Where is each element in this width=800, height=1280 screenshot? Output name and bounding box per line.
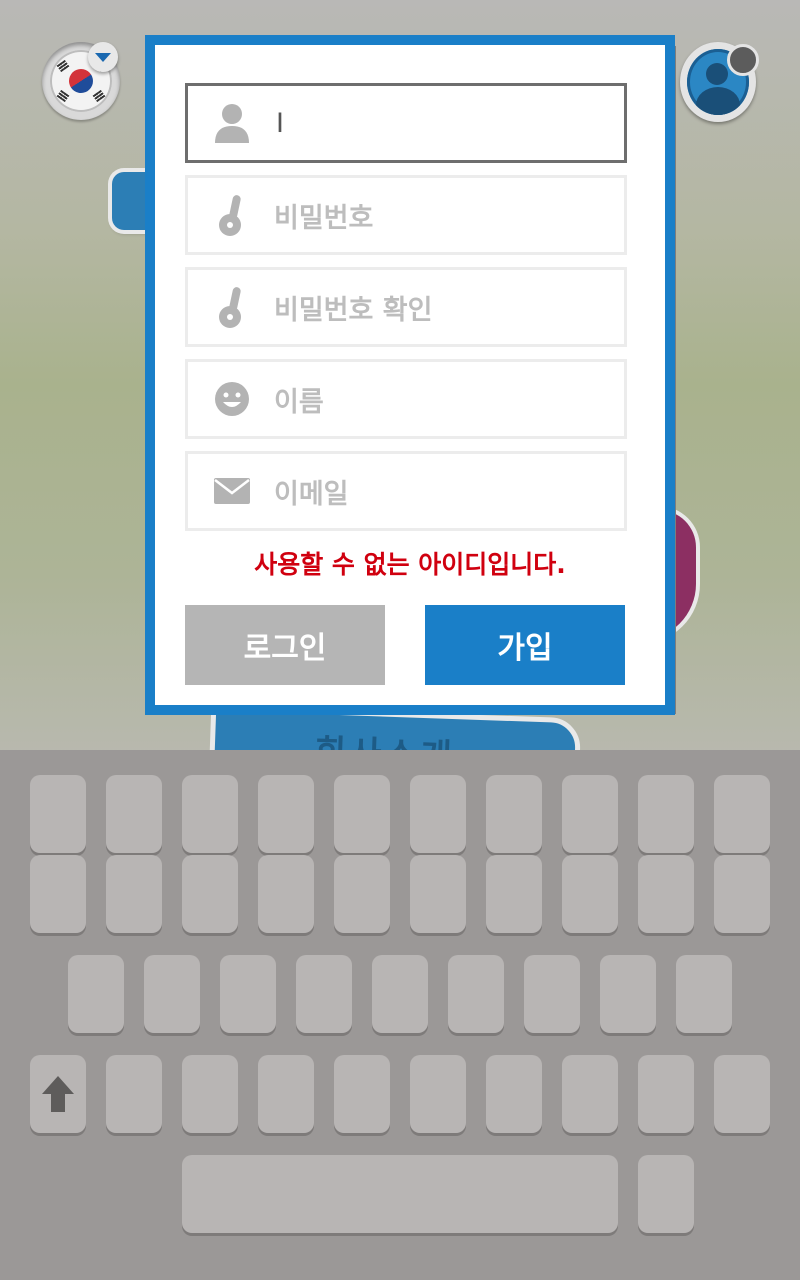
shift-arrow-icon [42,1076,74,1112]
envelope-icon [206,465,258,517]
email-field[interactable]: 이메일 [185,451,627,531]
keyboard-key[interactable] [106,775,162,853]
password-field[interactable]: 비밀번호 [185,175,627,255]
chevron-down-icon [95,52,111,62]
keyboard-key[interactable] [600,955,656,1033]
keyboard-key[interactable] [524,955,580,1033]
keyboard-key[interactable] [562,1055,618,1133]
login-button[interactable]: 로그인 [185,605,385,685]
keyboard-key[interactable] [448,955,504,1033]
keyboard-key[interactable] [334,1055,390,1133]
keyboard-key[interactable] [106,855,162,933]
username-input[interactable] [274,97,598,149]
space-key[interactable] [182,1155,618,1233]
keyboard-key[interactable] [296,955,352,1033]
keyboard-key[interactable] [714,775,770,853]
password-confirm-field[interactable]: 비밀번호 확인 [185,267,627,347]
keyboard-key[interactable] [182,855,238,933]
username-field[interactable] [185,83,627,163]
keyboard-key[interactable] [258,775,314,853]
keyboard-key[interactable] [676,955,732,1033]
signup-dialog: 비밀번호 비밀번호 확인 이름 이메일 사용할 수 없는 아이디입니다. 로그인… [145,35,675,715]
keyboard-key[interactable] [562,775,618,853]
keyboard-key[interactable] [638,1055,694,1133]
keyboard-key[interactable] [486,775,542,853]
keyboard-key[interactable] [638,1155,694,1233]
keyboard-key[interactable] [30,855,86,933]
user-icon [206,97,258,149]
smiley-icon [206,373,258,425]
keyboard-key[interactable] [410,1055,466,1133]
keyboard-key[interactable] [334,855,390,933]
keyboard-key[interactable] [410,855,466,933]
keyboard-key[interactable] [714,1055,770,1133]
keyboard-key[interactable] [106,1055,162,1133]
keyboard-key[interactable] [182,775,238,853]
name-placeholder: 이름 [274,386,324,418]
join-button[interactable]: 가입 [425,605,625,685]
shift-key[interactable] [30,1055,86,1133]
keyboard-key[interactable] [410,775,466,853]
keyboard-key[interactable] [220,955,276,1033]
keyboard-key[interactable] [258,1055,314,1133]
keyboard-key[interactable] [486,1055,542,1133]
notification-dot [727,44,759,76]
keyboard-key[interactable] [638,855,694,933]
keyboard-key[interactable] [144,955,200,1033]
key-icon [206,189,258,241]
email-placeholder: 이메일 [274,478,349,510]
password-placeholder: 비밀번호 [274,202,374,234]
on-screen-keyboard [0,750,800,1280]
password-confirm-placeholder: 비밀번호 확인 [274,294,433,326]
keyboard-key[interactable] [30,775,86,853]
key-icon [206,281,258,333]
keyboard-key[interactable] [68,955,124,1033]
keyboard-key[interactable] [714,855,770,933]
keyboard-key[interactable] [638,775,694,853]
keyboard-key[interactable] [182,1055,238,1133]
keyboard-key[interactable] [372,955,428,1033]
name-field[interactable]: 이름 [185,359,627,439]
keyboard-key[interactable] [486,855,542,933]
keyboard-key[interactable] [562,855,618,933]
keyboard-key[interactable] [258,855,314,933]
error-message: 사용할 수 없는 아이디입니다. [254,550,566,579]
keyboard-key[interactable] [334,775,390,853]
language-dropdown-button[interactable] [88,42,118,72]
